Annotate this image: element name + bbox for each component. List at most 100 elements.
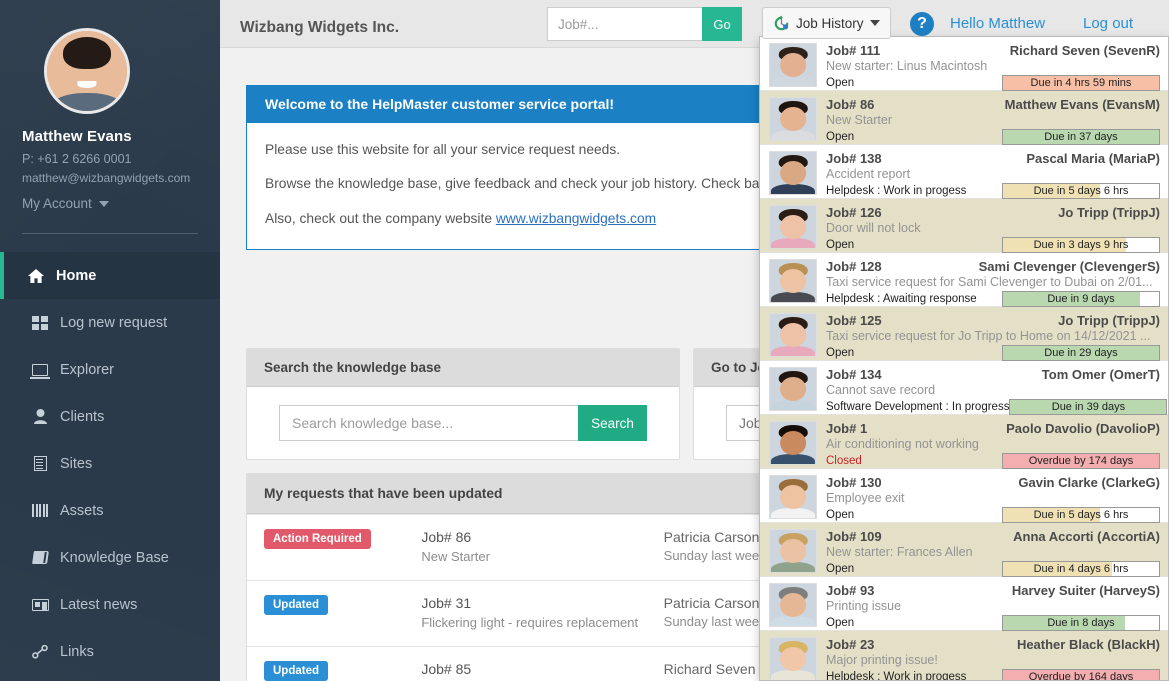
sla-progress-bar: Due in 39 days	[1009, 399, 1168, 415]
client-name: Pascal Maria (MariaP)	[1026, 151, 1160, 166]
sla-label: Due in 5 days 6 hrs	[1033, 185, 1129, 197]
avatar	[769, 205, 817, 249]
client-name: Gavin Clarke (ClarkeG)	[1018, 475, 1160, 490]
sidebar-item-latest-news[interactable]: Latest news	[0, 581, 220, 628]
job-description: Cannot save record	[826, 383, 936, 397]
job-history-row[interactable]: Job# 86 Matthew Evans (EvansM) New Starter…	[760, 91, 1168, 145]
help-icon[interactable]: ?	[910, 12, 934, 36]
job-description: Air conditioning not working	[826, 437, 979, 451]
job-number-input[interactable]	[547, 7, 702, 41]
sidebar-item-label: Links	[60, 643, 94, 660]
company-title: Wizbang Widgets Inc.	[240, 19, 400, 36]
job-description: Printing issue	[826, 599, 902, 613]
job-status: Closed	[826, 455, 862, 467]
job-history-row[interactable]: Job# 134 Tom Omer (OmerT) Cannot save reco…	[760, 361, 1168, 415]
sidebar-item-label: Home	[56, 267, 97, 284]
chevron-down-icon	[869, 20, 880, 26]
job-status: Helpdesk : Work in progess	[826, 185, 967, 197]
avatar	[769, 313, 817, 357]
home-icon	[27, 268, 45, 283]
sla-label: Due in 4 days 6 hrs	[1033, 563, 1129, 575]
sla-label: Due in 8 days	[1047, 617, 1115, 629]
logout-link[interactable]: Log out	[1083, 15, 1133, 32]
sla-progress-bar: Due in 9 days	[1002, 291, 1160, 307]
barcode-icon	[31, 504, 49, 517]
client-name: Tom Omer (OmerT)	[1041, 367, 1160, 382]
job-history-row[interactable]: Job# 93 Harvey Suiter (HarveyS) Printing i…	[760, 577, 1168, 631]
job-number: Job# 23	[826, 637, 875, 652]
sidebar-item-home[interactable]: Home	[0, 252, 220, 299]
job-history-row[interactable]: Job# 23 Heather Black (BlackH) Major print…	[760, 631, 1168, 681]
sidebar-item-label: Log new request	[60, 314, 168, 331]
job-description: New starter: Frances Allen	[826, 545, 973, 559]
sla-progress-bar: Due in 37 days	[1002, 129, 1160, 145]
avatar	[769, 43, 817, 87]
kb-panel-body: Search	[247, 387, 679, 459]
sla-progress-bar: Due in 5 days 6 hrs	[1002, 183, 1160, 199]
sidebar-item-assets[interactable]: Assets	[0, 487, 220, 534]
status-badge: Action Required	[264, 529, 371, 549]
job-status: Open	[826, 347, 855, 359]
job-number: Job# 125	[826, 313, 882, 328]
sidebar: Matthew Evans P: +61 2 6266 0001 matthew…	[0, 0, 220, 681]
job-history-row[interactable]: Job# 125 Jo Tripp (TrippJ) Taxi service re…	[760, 307, 1168, 361]
search-button[interactable]: Search	[578, 405, 647, 441]
job-history-row[interactable]: Job# 111 Richard Seven (SevenR) New starte…	[760, 37, 1168, 91]
sidebar-item-explorer[interactable]: Explorer	[0, 346, 220, 393]
sla-label: Overdue by 164 days	[1028, 671, 1134, 681]
job-history-button[interactable]: Job History	[762, 7, 891, 39]
job-number: Job# 134	[826, 367, 882, 382]
sla-label: Overdue by 174 days	[1028, 455, 1134, 467]
client-name: Anna Accorti (AccortiA)	[1013, 529, 1160, 544]
job-history-row[interactable]: Job# 128 Sami Clevenger (ClevengerS) Taxi …	[760, 253, 1168, 307]
job-status: Software Development : In progress	[826, 401, 1010, 413]
avatar	[44, 28, 130, 114]
sidebar-item-label: Knowledge Base	[60, 549, 169, 566]
job-history-row[interactable]: Job# 126 Jo Tripp (TrippJ) Door will not l…	[760, 199, 1168, 253]
welcome-paragraph-3-text: Also, check out the company website	[265, 210, 496, 226]
kb-panel-title: Search the knowledge base	[247, 349, 679, 387]
avatar	[769, 151, 817, 195]
avatar	[769, 259, 817, 303]
profile-name: Matthew Evans	[22, 128, 132, 145]
sidebar-item-clients[interactable]: Clients	[0, 393, 220, 440]
go-button[interactable]: Go	[702, 7, 742, 41]
job-description: Door will not lock	[826, 221, 921, 235]
job-status: Open	[826, 509, 855, 521]
sla-label: Due in 3 days 9 hrs	[1033, 239, 1129, 251]
hello-user-link[interactable]: Hello Matthew	[950, 15, 1045, 32]
user-icon	[31, 409, 49, 424]
job-history-label: Job History	[796, 15, 864, 31]
search-input[interactable]	[279, 405, 578, 441]
sla-progress-bar: Due in 5 days 6 hrs	[1002, 507, 1160, 523]
sla-progress-bar: Due in 8 days	[1002, 615, 1160, 631]
job-number: Job# 109	[826, 529, 882, 544]
sla-progress-bar: Overdue by 164 days	[1002, 669, 1160, 681]
sidebar-item-knowledge-base[interactable]: Knowledge Base	[0, 534, 220, 581]
job-status: Open	[826, 77, 855, 89]
job-number: Job# 31	[421, 594, 472, 611]
job-description: Accident report	[826, 167, 911, 181]
profile-email: matthew@wizbangwidgets.com	[22, 171, 191, 185]
job-number: Job# 126	[826, 205, 882, 220]
sidebar-item-sites[interactable]: Sites	[0, 440, 220, 487]
job-description: New Starter	[421, 549, 490, 564]
avatar	[769, 637, 817, 680]
job-number: Job# 86	[826, 97, 875, 112]
job-history-row[interactable]: Job# 138 Pascal Maria (MariaP) Accident re…	[760, 145, 1168, 199]
job-number-search: Go	[547, 7, 742, 41]
chevron-down-icon	[98, 200, 109, 207]
company-website-link[interactable]: www.wizbangwidgets.com	[496, 211, 656, 226]
job-status: Open	[826, 131, 855, 143]
sidebar-item-links[interactable]: Links	[0, 628, 220, 675]
sla-progress-bar: Overdue by 174 days	[1002, 453, 1160, 469]
avatar	[769, 421, 817, 465]
sidebar-nav: Home Log new request Explorer Clients Si…	[0, 252, 220, 675]
sidebar-item-log-new-request[interactable]: Log new request	[0, 299, 220, 346]
sla-progress-bar: Due in 29 days	[1002, 345, 1160, 361]
my-account-menu[interactable]: My Account	[22, 196, 109, 211]
job-history-row[interactable]: Job# 130 Gavin Clarke (ClarkeG) Employee e…	[760, 469, 1168, 523]
job-history-row[interactable]: Job# 1 Paolo Davolio (DavolioP) Air condit…	[760, 415, 1168, 469]
job-history-row[interactable]: Job# 109 Anna Accorti (AccortiA) New start…	[760, 523, 1168, 577]
newspaper-icon	[31, 598, 49, 611]
